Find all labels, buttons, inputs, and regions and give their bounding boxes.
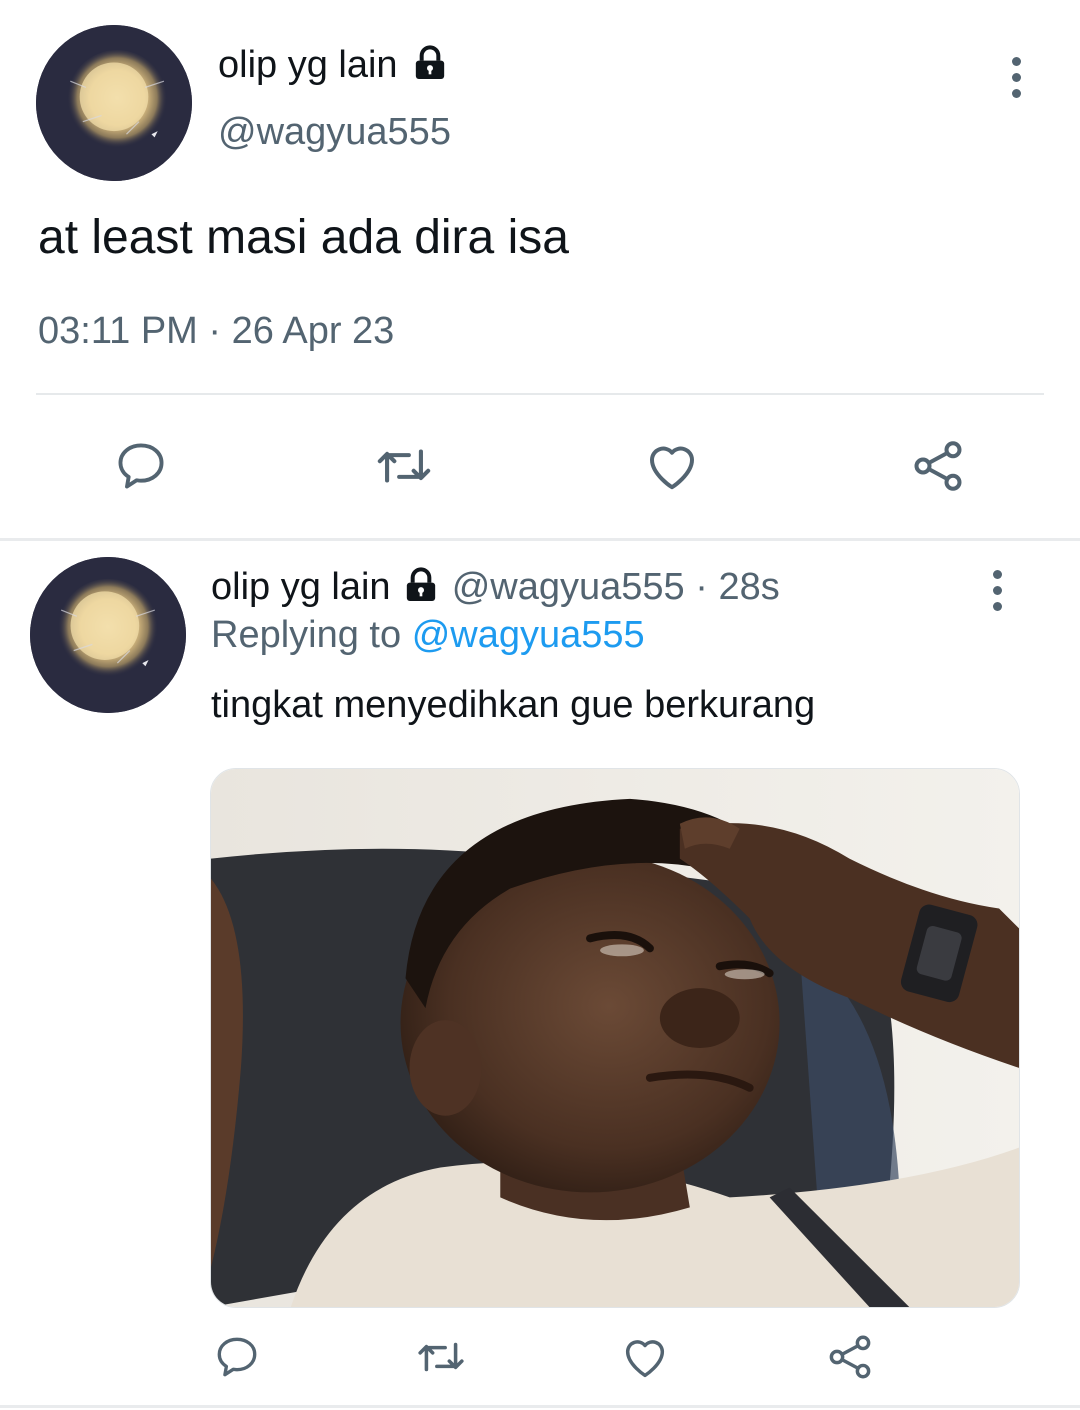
tweet-time[interactable]: 03:11 PM <box>38 310 198 352</box>
heart-icon[interactable] <box>642 436 702 496</box>
main-handle[interactable]: @wagyua555 <box>218 111 451 154</box>
main-tweet-meta: 03:11 PM · 26 Apr 23 <box>38 310 394 353</box>
reply-icon[interactable] <box>212 1332 262 1382</box>
retweet-icon[interactable] <box>371 437 437 495</box>
display-name-text: olip yg lain <box>218 44 398 86</box>
reply-more-icon[interactable] <box>993 570 1002 611</box>
bottom-divider <box>0 1405 1080 1408</box>
reply-avatar[interactable] <box>30 557 186 713</box>
main-divider <box>36 393 1044 395</box>
main-avatar[interactable] <box>36 25 192 181</box>
lock-icon <box>406 567 436 601</box>
main-more-icon[interactable] <box>1012 57 1021 98</box>
reply-handle[interactable]: @wagyua555 <box>452 566 685 608</box>
reply-age[interactable]: 28s <box>718 566 779 608</box>
replying-handle-link[interactable]: @wagyua555 <box>412 614 645 656</box>
reply-tweet-text: tingkat menyedihkan gue berkurang <box>211 684 816 726</box>
main-tweet-text: at least masi ada dira isa <box>38 211 569 264</box>
reply-media-image[interactable] <box>210 768 1020 1308</box>
tweet-date[interactable]: 26 Apr 23 <box>232 310 395 352</box>
replying-to: Replying to @wagyua555 <box>211 614 645 657</box>
heart-icon[interactable] <box>619 1331 671 1383</box>
share-icon[interactable] <box>824 1331 876 1383</box>
section-divider <box>0 538 1080 541</box>
reply-display-name[interactable]: olip yg lain <box>211 566 391 608</box>
share-icon[interactable] <box>908 436 968 496</box>
reply-separator: · <box>695 566 708 608</box>
main-display-name[interactable]: olip yg lain <box>218 44 450 87</box>
reply-header: olip yg lain @wagyua555 · 28s <box>211 566 780 609</box>
lock-icon <box>415 45 445 79</box>
meta-separator: · <box>208 310 222 352</box>
retweet-icon[interactable] <box>413 1332 469 1382</box>
replying-label: Replying to <box>211 614 402 656</box>
reply-icon[interactable] <box>112 437 170 495</box>
